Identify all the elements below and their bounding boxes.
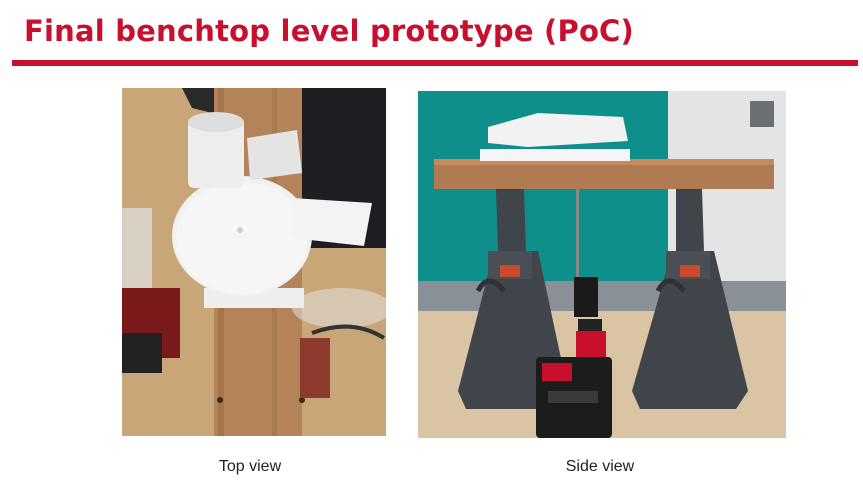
- top-view-photo: [122, 88, 386, 436]
- slide-title: Final benchtop level prototype (PoC): [24, 14, 634, 48]
- title-underline: [12, 60, 858, 66]
- side-view-caption: Side view: [565, 458, 635, 475]
- top-view-caption: Top view: [218, 458, 282, 475]
- side-view-photo: [418, 91, 786, 438]
